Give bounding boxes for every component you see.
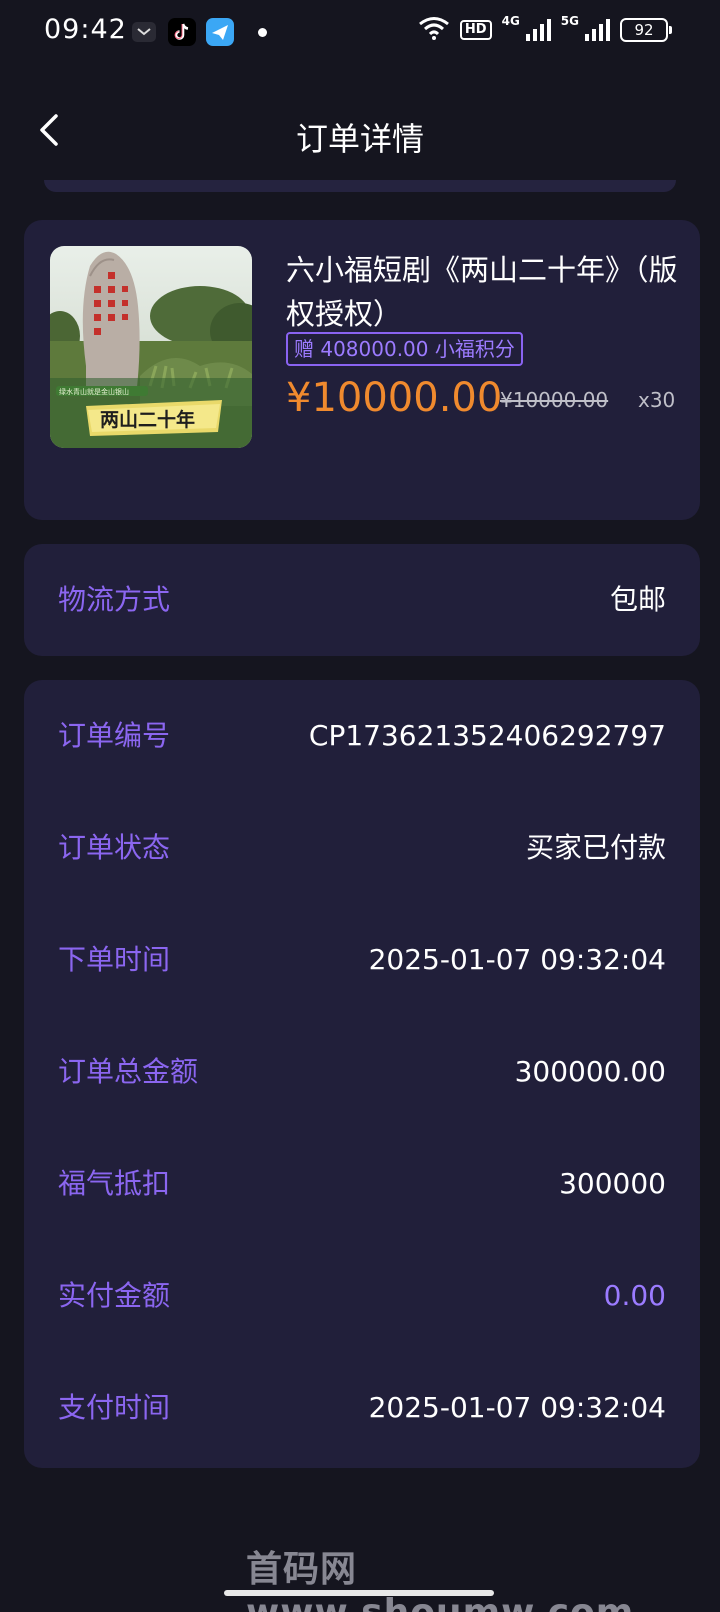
mail-icon bbox=[130, 18, 158, 46]
order-time-value: 2025-01-07 09:32:04 bbox=[368, 943, 666, 976]
home-indicator[interactable] bbox=[224, 1590, 494, 1596]
shipping-card: 物流方式 包邮 bbox=[24, 544, 700, 656]
notification-dot-icon bbox=[258, 28, 267, 37]
battery-icon: 92 bbox=[620, 18, 672, 42]
page-title: 订单详情 bbox=[295, 120, 424, 158]
gift-points-badge: 赠 408000.00 小福积分 bbox=[286, 332, 523, 366]
product-quantity: x30 bbox=[638, 388, 676, 412]
thumb-caption: 两山二十年 bbox=[100, 408, 195, 431]
nav-header: 订单详情 bbox=[0, 90, 720, 180]
hd-badge: HD bbox=[459, 20, 492, 40]
network-4g-label: 4G bbox=[501, 14, 520, 28]
watermark-text: 首码网www.shoumw.com bbox=[246, 1549, 633, 1612]
fortune-deduction-label: 福气抵扣 bbox=[58, 1167, 171, 1200]
order-status-value: 买家已付款 bbox=[525, 831, 666, 864]
paid-amount-label: 实付金额 bbox=[58, 1279, 171, 1312]
signal-5g-icon bbox=[585, 19, 610, 41]
product-price: ¥10000.00 bbox=[286, 375, 503, 421]
payment-time-label: 支付时间 bbox=[58, 1391, 171, 1424]
signal-4g-icon bbox=[525, 19, 551, 41]
order-number-label: 订单编号 bbox=[58, 719, 171, 752]
previous-card-edge bbox=[44, 180, 676, 192]
status-bar: 09:42 HD 4G 5G 92 bbox=[0, 0, 720, 66]
messenger-app-icon bbox=[206, 18, 234, 46]
order-status-label: 订单状态 bbox=[58, 831, 171, 864]
tiktok-icon bbox=[168, 18, 196, 46]
shipping-label: 物流方式 bbox=[58, 583, 171, 616]
network-5g-label: 5G bbox=[560, 14, 579, 28]
payment-time-value: 2025-01-07 09:32:04 bbox=[368, 1391, 666, 1424]
paid-amount-value: 0.00 bbox=[603, 1279, 666, 1312]
order-total-label: 订单总金额 bbox=[58, 1055, 199, 1088]
svg-text:绿水青山就是金山银山: 绿水青山就是金山银山 bbox=[59, 387, 129, 396]
order-total-value: 300000.00 bbox=[514, 1055, 666, 1088]
order-number-value[interactable]: CP173621352406292797 bbox=[309, 716, 666, 756]
wifi-icon bbox=[418, 16, 450, 44]
shipping-value: 包邮 bbox=[609, 583, 666, 616]
product-card[interactable]: 绿水青山就是金山银山 两山二十年 六小福短剧《两山二十年》（版权授权） 赠 40… bbox=[24, 220, 700, 520]
status-icons: HD 4G 5G 92 bbox=[418, 14, 672, 44]
product-thumbnail[interactable]: 绿水青山就是金山银山 两山二十年 bbox=[50, 246, 252, 448]
order-time-label: 下单时间 bbox=[58, 943, 171, 976]
product-title: 六小福短剧《两山二十年》（版权授权） bbox=[286, 253, 678, 331]
fortune-deduction-value: 300000 bbox=[559, 1167, 666, 1200]
status-time: 09:42 bbox=[44, 14, 127, 45]
order-info-card: 订单编号 CP173621352406292797 订单状态 买家已付款 下单时… bbox=[24, 680, 700, 1468]
original-price: ¥10000.00 bbox=[500, 388, 609, 412]
